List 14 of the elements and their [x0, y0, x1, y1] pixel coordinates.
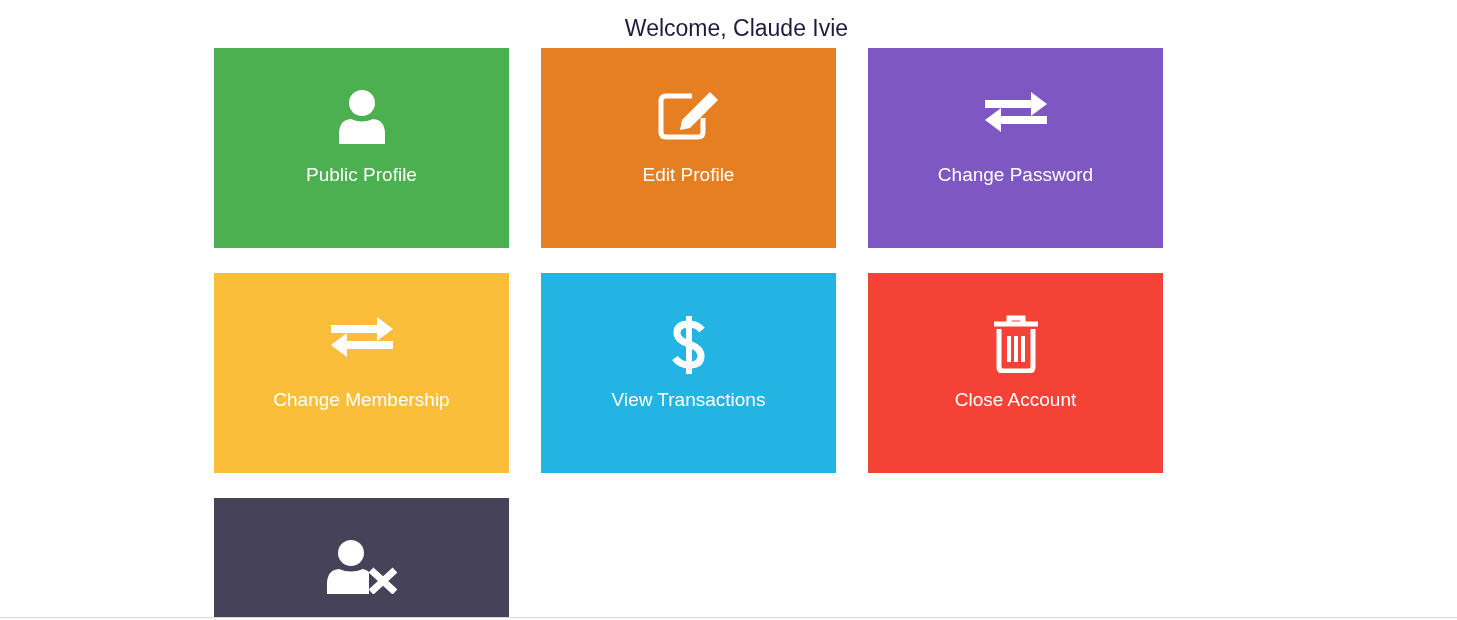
welcome-heading: Welcome, Claude Ivie: [623, 14, 850, 43]
user-remove-icon: [326, 540, 397, 594]
trash-icon: [991, 315, 1040, 373]
dashboard-tile[interactable]: Change Password: [868, 48, 1163, 248]
user-icon: [336, 90, 387, 144]
dashboard-tile[interactable]: View Transactions: [541, 273, 836, 473]
dashboard-tile[interactable]: Public Profile: [214, 48, 509, 248]
dashboard-tile[interactable]: Edit Profile: [541, 48, 836, 248]
exchange-icon: [330, 315, 393, 359]
edit-icon: [657, 90, 720, 140]
dashboard-tile[interactable]: Change Membership: [214, 273, 509, 473]
dollar-icon: [670, 315, 707, 375]
exchange-icon: [984, 90, 1047, 134]
dashboard-tile[interactable]: Close Account: [868, 273, 1163, 473]
